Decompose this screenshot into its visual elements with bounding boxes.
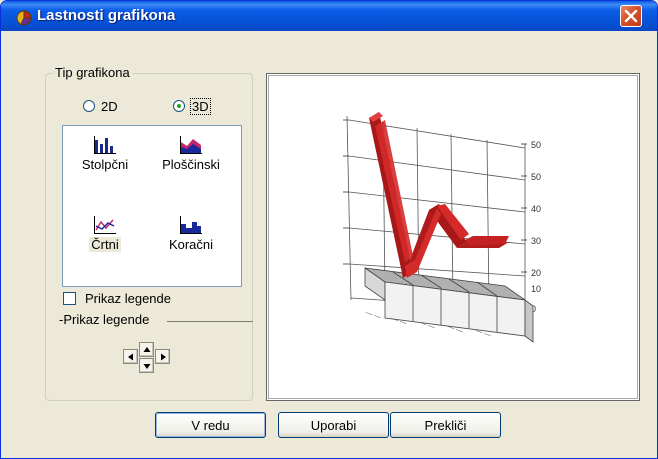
axis-tick: 50 [531,172,541,182]
chart-type-item-area[interactable]: Ploščinski [151,136,231,172]
chart-type-item-bar[interactable]: Stolpčni [65,136,145,172]
ok-button[interactable]: V redu [155,412,266,438]
title-bar[interactable]: Lastnosti grafikona [1,1,657,31]
legend-divider [167,321,253,322]
chart-preview-graphic: 50 50 40 30 20 10 0 — — — — — — — — — — [343,112,541,343]
radio-3d-label: 3D [190,97,211,115]
area-chart-icon [180,136,202,154]
chart-properties-dialog: Lastnosti grafikona Tip grafikona 2D 3D … [0,0,658,459]
radio-2d[interactable]: 2D [83,97,118,115]
axis-tick: 50 [531,140,541,150]
legend-down-button[interactable] [139,358,154,373]
app-icon [16,10,32,26]
chart-preview-frame: 50 50 40 30 20 10 0 — — — — — — — — — — [268,75,638,399]
window-title: Lastnosti grafikona [37,7,176,24]
cancel-button[interactable]: Prekliči [390,412,501,438]
chart-preview: 50 50 40 30 20 10 0 — — — — — — — — — — [266,73,640,401]
chart-type-label: Črtni [89,237,121,252]
arrow-right-icon [161,353,166,361]
axis-tick: 10 [531,284,541,294]
bar-chart-icon [94,136,116,154]
axis-tick: 20 [531,268,541,278]
radio-3d-circle[interactable] [173,100,185,112]
axis-tick: 40 [531,204,541,214]
arrow-down-icon [143,364,151,369]
svg-text:— —: — — [364,309,381,321]
chart-type-label: Ploščinski [162,157,220,172]
chart-type-group-label: Tip grafikona [53,65,132,80]
close-icon [624,9,638,23]
show-legend-checkbox[interactable] [63,292,76,305]
legend-right-button[interactable] [155,349,170,364]
chart-type-label: Stolpčni [81,157,129,172]
line-chart-icon [94,216,116,234]
legend-position-label: -Prikaz legende [59,312,152,327]
radio-3d[interactable]: 3D [173,97,211,115]
show-legend-label: Prikaz legende [85,291,171,306]
chart-type-label: Koračni [168,237,214,252]
chart-type-item-step[interactable]: Koračni [151,216,231,252]
legend-up-button[interactable] [139,342,154,357]
show-legend-checkbox-row[interactable]: Prikaz legende [63,291,171,306]
axis-tick: 30 [531,236,541,246]
chart-type-item-line[interactable]: Črtni [65,216,145,252]
close-button[interactable] [620,5,642,27]
radio-2d-circle[interactable] [83,100,95,112]
arrow-left-icon [128,353,133,361]
arrow-up-icon [143,347,151,352]
legend-left-button[interactable] [123,349,138,364]
chart-type-list[interactable]: Stolpčni Ploščinski Črtni Koračni [62,125,242,287]
radio-2d-label: 2D [101,98,118,114]
apply-button[interactable]: Uporabi [278,412,389,438]
step-chart-icon [180,216,202,234]
